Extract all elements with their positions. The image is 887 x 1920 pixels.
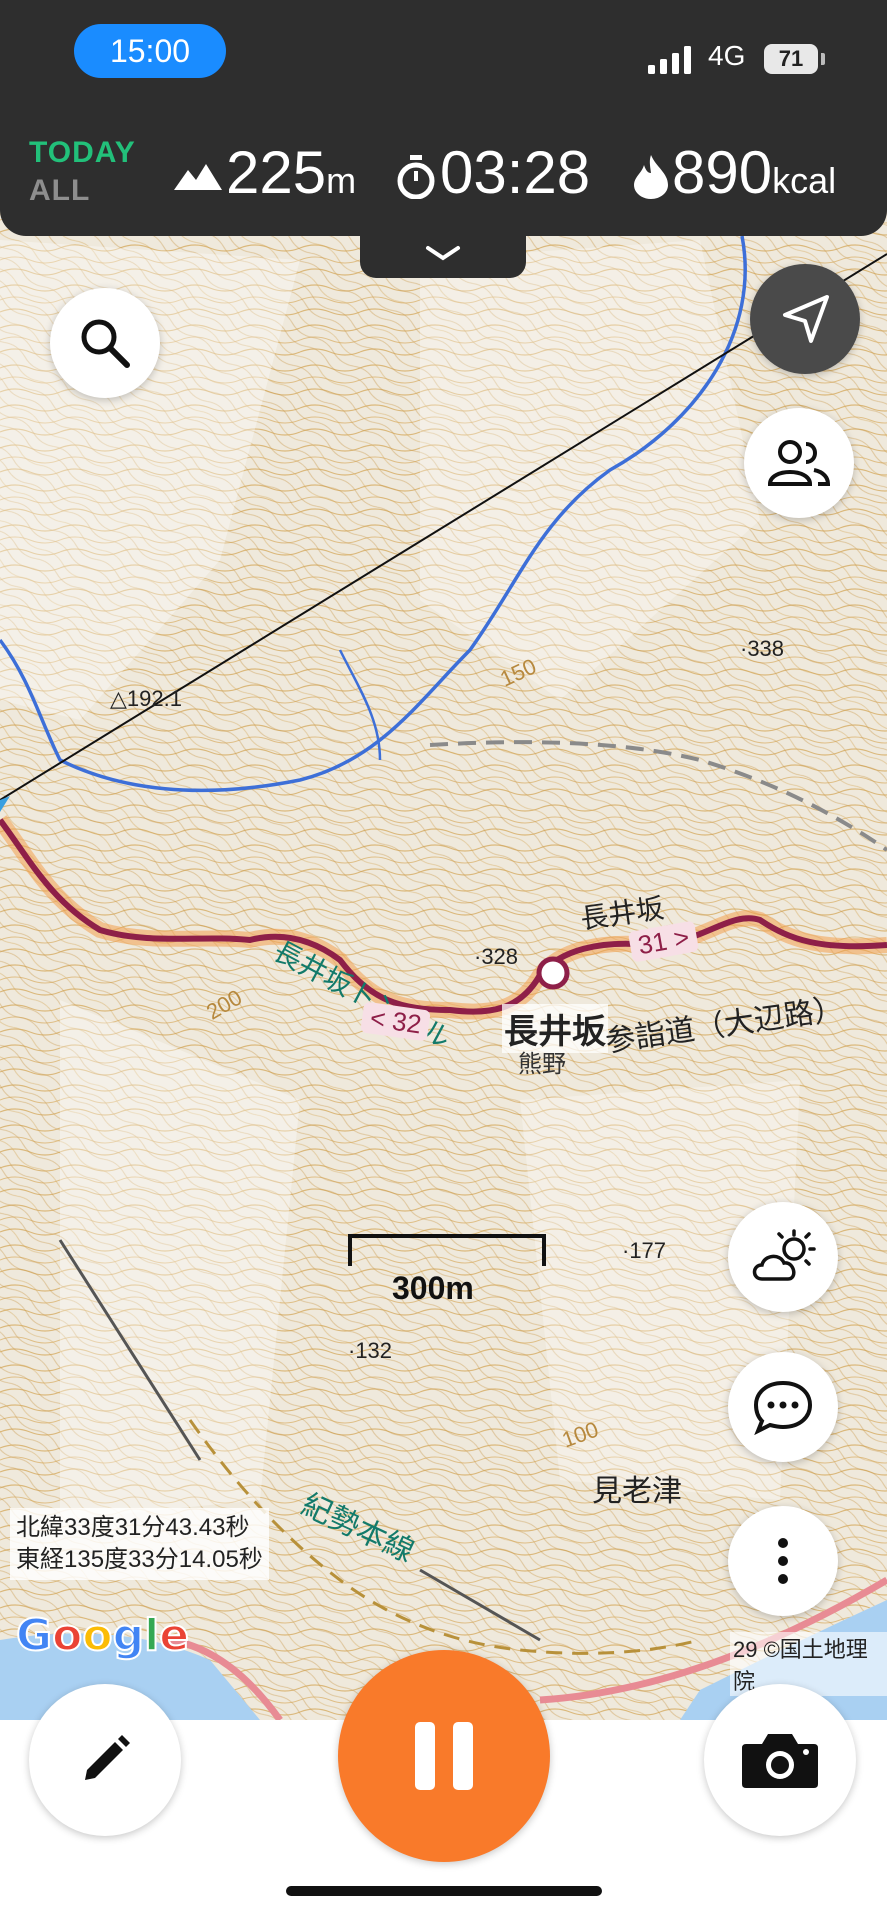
signal-icon bbox=[648, 46, 691, 74]
battery-icon: 71 bbox=[764, 44, 818, 74]
chevron-down-icon bbox=[426, 246, 460, 261]
search-icon bbox=[81, 319, 130, 368]
latitude-text: 北緯33度31分43.43秒 bbox=[16, 1514, 250, 1541]
pencil-icon bbox=[85, 1735, 130, 1780]
weather-button[interactable] bbox=[728, 1202, 838, 1312]
calories-value: 890 bbox=[672, 139, 773, 206]
google-logo: Google bbox=[15, 1609, 190, 1662]
network-type: 4G bbox=[708, 40, 746, 71]
collapse-panel-button[interactable] bbox=[360, 230, 526, 278]
more-vertical-icon bbox=[778, 1538, 788, 1584]
place-label: 見老津 bbox=[592, 1475, 682, 1508]
map-attribution: 29 ©国土地理院 bbox=[730, 1632, 887, 1696]
peak-label: △192.1 bbox=[110, 686, 182, 711]
search-button[interactable] bbox=[50, 288, 160, 398]
duration-value: 03:28 bbox=[440, 139, 591, 206]
spot-height-label: ·328 bbox=[474, 944, 519, 969]
spot-height-label: ·177 bbox=[622, 1238, 667, 1263]
mountain-icon bbox=[174, 164, 222, 191]
ascent-stat: 225m bbox=[174, 138, 356, 207]
coordinates-box: 北緯33度31分43.43秒 東経135度33分14.05秒 bbox=[10, 1508, 269, 1580]
scale-bar bbox=[348, 1234, 546, 1266]
locate-button[interactable] bbox=[750, 264, 860, 374]
pause-button[interactable] bbox=[338, 1650, 550, 1862]
home-indicator bbox=[286, 1886, 602, 1896]
place-label: 熊野 bbox=[518, 1051, 566, 1078]
navigation-arrow-icon bbox=[783, 295, 829, 343]
camera-icon bbox=[742, 1734, 818, 1788]
filter-all[interactable]: ALL bbox=[29, 174, 90, 208]
filter-today[interactable]: TODAY bbox=[29, 136, 136, 170]
duration-stat: 03:28 bbox=[396, 138, 590, 207]
people-icon bbox=[767, 440, 831, 486]
status-time: 15:00 bbox=[74, 24, 226, 78]
more-button[interactable] bbox=[728, 1506, 838, 1616]
weather-icon bbox=[752, 1229, 816, 1281]
calories-unit: kcal bbox=[772, 160, 837, 201]
chat-button[interactable] bbox=[728, 1352, 838, 1462]
ascent-value: 225 bbox=[226, 139, 327, 206]
pause-icon bbox=[415, 1722, 473, 1790]
activity-status-panel: 15:00 4G 71 TODAY ALL 225m 03:28 890kcal bbox=[0, 0, 887, 236]
spot-height-label: ·338 bbox=[740, 636, 785, 661]
chat-icon bbox=[753, 1380, 813, 1435]
flame-icon bbox=[634, 155, 668, 200]
edit-button[interactable] bbox=[29, 1684, 181, 1836]
battery-tip bbox=[821, 53, 825, 65]
calories-stat: 890kcal bbox=[634, 138, 836, 207]
ascent-unit: m bbox=[326, 160, 357, 201]
spot-height-label: ·132 bbox=[348, 1338, 393, 1363]
scale-label: 300m bbox=[392, 1270, 474, 1306]
longitude-text: 東経135度33分14.05秒 bbox=[16, 1546, 263, 1573]
stopwatch-icon bbox=[397, 155, 435, 200]
camera-button[interactable] bbox=[704, 1684, 856, 1836]
people-button[interactable] bbox=[744, 408, 854, 518]
